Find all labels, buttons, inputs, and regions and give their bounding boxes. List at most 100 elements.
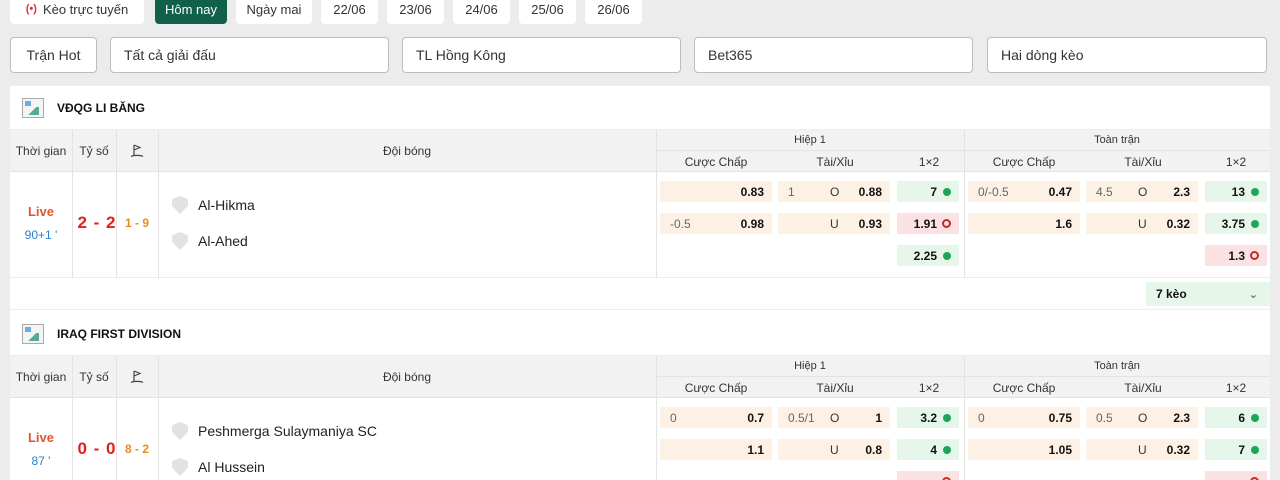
league-header[interactable]: IRAQ FIRST DIVISION [10, 312, 1270, 356]
col-ft-over-under: Tài/Xỉu [1124, 380, 1162, 395]
away-team-name: Al-Ahed [198, 233, 248, 249]
trend-up-icon [1251, 219, 1259, 228]
match-row[interactable]: Live 90+1 ' 2 - 2 1 - 9 Al-Hikma Al-Ahed 0.83 -… [10, 172, 1270, 278]
x12-odd[interactable]: 1.91 [897, 213, 959, 234]
ou-side: U [1138, 442, 1147, 457]
away-team[interactable]: Al Hussein [172, 458, 265, 476]
col-ft-handicap: Cược Chấp [992, 154, 1056, 169]
trend-up-icon [943, 251, 951, 260]
tab-today[interactable]: Hôm nay [155, 0, 227, 24]
x12-odd[interactable]: 3.2 [897, 407, 959, 428]
x12-odd[interactable]: 7 [897, 181, 959, 202]
home-team-name: Peshmerga Sulaymaniya SC [198, 423, 377, 439]
x12-odd[interactable] [897, 471, 959, 480]
over-under-odd[interactable]: U 0.32 [1086, 439, 1198, 460]
x12-value: 6 [1238, 410, 1245, 425]
x12-value: 3.2 [920, 410, 937, 425]
league-section: IRAQ FIRST DIVISION Thời gian Tỷ số Đội bón… [10, 312, 1270, 480]
hot-matches-button[interactable]: Trận Hot [10, 37, 97, 73]
table-header: Thời gian Tỷ số Đội bóng Hiệp 1 Toàn trận Cượ… [10, 130, 1270, 172]
tab-tomorrow[interactable]: Ngày mai [236, 0, 312, 24]
x12-odd[interactable] [1205, 471, 1267, 480]
x12-odd[interactable]: 13 [1205, 181, 1267, 202]
match-row[interactable]: Live 87 ' 0 - 0 8 - 2 Peshmerga Sulaymaniya … [10, 398, 1270, 480]
handicap-odd[interactable]: 0 0.75 [968, 407, 1080, 428]
league-select[interactable]: Tất cả giải đấu [110, 37, 389, 73]
tab-date-25-06[interactable]: 25/06 [519, 0, 576, 24]
x12-odd[interactable]: 6 [1205, 407, 1267, 428]
over-under-odd[interactable]: U 0.8 [778, 439, 890, 460]
trend-down-icon [1250, 251, 1259, 260]
over-under-odd[interactable]: 0.5/1 O 1 [778, 407, 890, 428]
x12-odd[interactable]: 1.3 [1205, 245, 1267, 266]
ou-value: 2.3 [1173, 184, 1190, 199]
handicap-odd[interactable]: 0 0.7 [660, 407, 772, 428]
team-shield-icon [172, 232, 188, 250]
handicap-value: 0.98 [740, 216, 764, 231]
handicap-odd[interactable]: 1.1 [660, 439, 772, 460]
odds-lines-select[interactable]: Hai dòng kèo [987, 37, 1267, 73]
league-flag-icon [22, 323, 44, 344]
home-team[interactable]: Al-Hikma [172, 196, 255, 214]
handicap-odd[interactable]: 0/-0.5 0.47 [968, 181, 1080, 202]
handicap-odd[interactable]: 0.83 [660, 181, 772, 202]
tab-date-26-06[interactable]: 26/06 [585, 0, 642, 24]
league-flag-icon [22, 97, 44, 118]
col-ft-1x2: 1×2 [1225, 154, 1247, 169]
ou-side: U [830, 442, 839, 457]
odds-type-select[interactable]: TL Hồng Kông [402, 37, 681, 73]
away-team[interactable]: Al-Ahed [172, 232, 248, 250]
over-under-odd[interactable]: U 0.32 [1086, 213, 1198, 234]
handicap-odd[interactable]: 1.05 [968, 439, 1080, 460]
bookmaker-select[interactable]: Bet365 [694, 37, 973, 73]
handicap-line: 0 [670, 410, 677, 425]
league-section: VĐQG LI BĂNG Thời gian Tỷ số Đội bóng Hiệp 1… [10, 86, 1270, 312]
x12-odd[interactable]: 4 [897, 439, 959, 460]
home-team[interactable]: Peshmerga Sulaymaniya SC [172, 422, 377, 440]
more-odds-label: 7 kèo [1156, 287, 1187, 301]
col-h1-handicap: Cược Chấp [684, 154, 748, 169]
league-header[interactable]: VĐQG LI BĂNG [10, 86, 1270, 130]
corner-score: 1 - 9 [124, 216, 149, 230]
x12-value: 13 [1231, 184, 1245, 199]
trend-up-icon [943, 445, 951, 454]
ou-value: 0.88 [858, 184, 882, 199]
tab-date-23-06[interactable]: 23/06 [387, 0, 444, 24]
col-time: Thời gian [15, 370, 67, 384]
league-name: IRAQ FIRST DIVISION [57, 326, 182, 341]
trend-up-icon [1251, 187, 1259, 196]
over-under-odd[interactable]: 1 O 0.88 [778, 181, 890, 202]
handicap-odd[interactable]: 1.6 [968, 213, 1080, 234]
x12-odd[interactable]: 7 [1205, 439, 1267, 460]
over-under-odd[interactable]: 0.5 O 2.3 [1086, 407, 1198, 428]
handicap-odd[interactable]: -0.5 0.98 [660, 213, 772, 234]
more-odds-button[interactable]: 7 kèo ⌄ [1146, 282, 1270, 306]
col-score: Tỷ số [79, 370, 109, 384]
col-h1-handicap: Cược Chấp [684, 380, 748, 395]
ou-value: 2.3 [1173, 410, 1190, 425]
ou-side: O [1138, 410, 1148, 425]
over-under-odd[interactable]: U 0.93 [778, 213, 890, 234]
x12-value: 4 [930, 442, 937, 457]
match-status: Live [27, 429, 54, 445]
over-under-odd[interactable]: 4.5 O 2.3 [1086, 181, 1198, 202]
corner-score: 8 - 2 [124, 442, 149, 456]
col-ft-over-under: Tài/Xỉu [1124, 154, 1162, 169]
ou-line: 0.5 [1096, 410, 1113, 425]
x12-odd[interactable]: 3.75 [1205, 213, 1267, 234]
tab-date-22-06[interactable]: 22/06 [321, 0, 378, 24]
handicap-value: 0.75 [1048, 410, 1072, 425]
ou-line: 1 [788, 184, 795, 199]
tab-date-24-06[interactable]: 24/06 [453, 0, 510, 24]
match-score: 0 - 0 [77, 439, 117, 458]
x12-odd[interactable]: 2.25 [897, 245, 959, 266]
trend-up-icon [1251, 445, 1259, 454]
x12-value: 7 [1238, 442, 1245, 457]
x12-value: 1.3 [1228, 248, 1245, 263]
x12-value: 1.91 [913, 216, 937, 231]
ou-side: O [830, 184, 840, 199]
tab-live-odds[interactable]: (•) Kèo trực tuyến [10, 0, 144, 24]
away-team-name: Al Hussein [198, 459, 265, 475]
group-full-time: Toàn trận [964, 356, 1270, 377]
ou-value: 0.8 [865, 442, 882, 457]
